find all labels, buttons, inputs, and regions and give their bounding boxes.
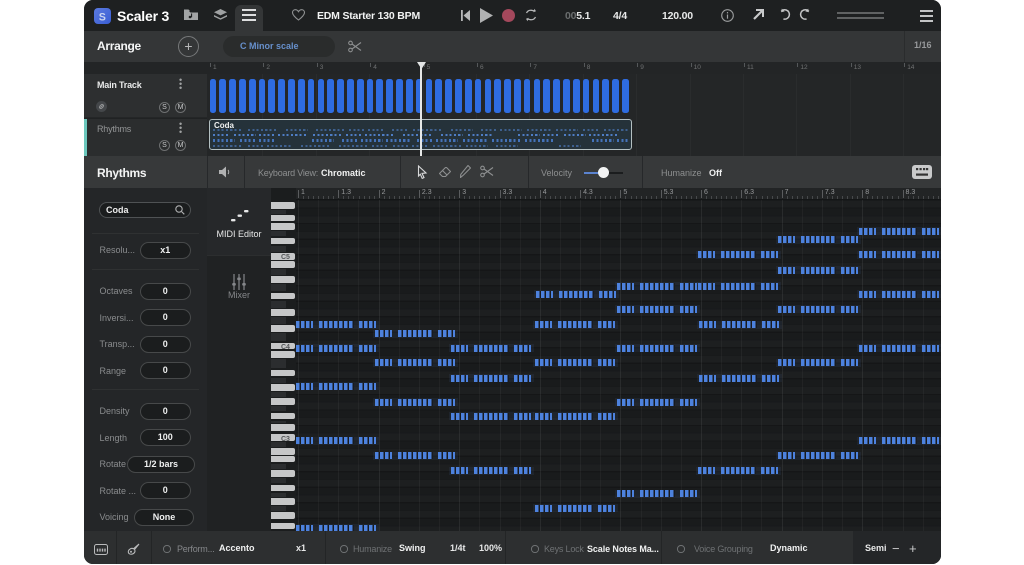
svg-text:S: S [99,11,106,23]
